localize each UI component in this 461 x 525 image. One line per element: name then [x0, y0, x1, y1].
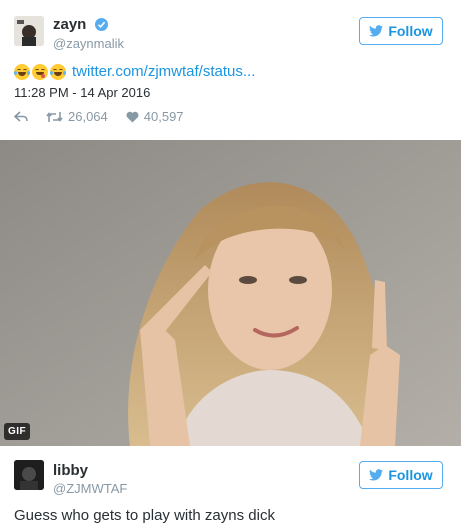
heart-icon: [126, 111, 139, 122]
status-link[interactable]: twitter.com/zjmwtaf/status...: [72, 62, 255, 82]
timestamp[interactable]: 11:28 PM - 14 Apr 2016: [14, 85, 150, 100]
bird-icon: [369, 469, 384, 481]
avatar[interactable]: [14, 16, 44, 46]
tweet-media-gif[interactable]: GIF: [0, 140, 461, 446]
follow-button[interactable]: Follow: [359, 17, 443, 45]
gif-frame-image: [0, 140, 461, 446]
bird-icon: [369, 25, 384, 37]
follow-button[interactable]: Follow: [359, 461, 443, 489]
author-block: libby @ZJMWTAF: [53, 462, 127, 497]
avatar[interactable]: [14, 460, 44, 490]
retweet-count: 26,064: [68, 109, 108, 124]
retweet-button[interactable]: 26,064: [46, 109, 108, 124]
like-count: 40,597: [143, 109, 184, 124]
tweet-header: zayn @zaynmalik Follow: [0, 0, 461, 56]
retweet-icon: [46, 111, 63, 122]
verified-badge-icon: [94, 18, 108, 31]
display-name[interactable]: zayn: [53, 16, 86, 33]
gif-badge: GIF: [4, 423, 31, 440]
embedded-tweet-text: Guess who gets to play with zayns dick: [14, 507, 275, 524]
joy-emoji-icon: [14, 64, 30, 80]
embedded-tweet-header: libby @ZJMWTAF Follow: [0, 450, 461, 510]
author-block: zayn @zaynmalik: [53, 16, 124, 52]
like-button[interactable]: 40,597: [126, 109, 184, 124]
reply-button[interactable]: [14, 110, 28, 123]
follow-label: Follow: [388, 23, 433, 39]
joy-emoji-icon: [50, 64, 66, 80]
yum-emoji-icon: [32, 64, 48, 80]
handle[interactable]: @zaynmalik: [53, 35, 124, 52]
reply-icon: [14, 110, 28, 122]
handle[interactable]: @ZJMWTAF: [53, 480, 127, 497]
tweet-actions: 26,064 40,597: [14, 109, 202, 124]
display-name[interactable]: libby: [53, 462, 127, 479]
tweet-text: twitter.com/zjmwtaf/status...: [14, 62, 255, 82]
follow-label: Follow: [388, 467, 433, 483]
